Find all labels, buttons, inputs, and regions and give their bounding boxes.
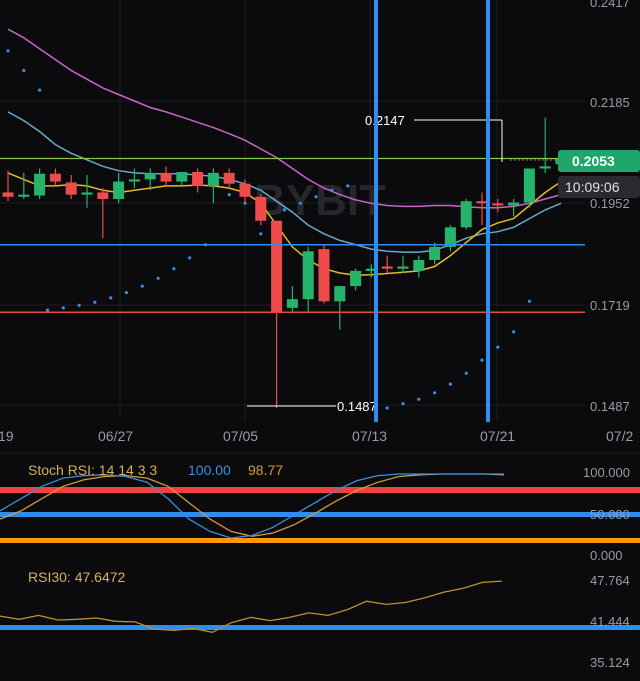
candle-body bbox=[223, 172, 235, 184]
candle-body bbox=[176, 171, 188, 182]
sar-dot bbox=[314, 195, 318, 199]
sar-dot bbox=[61, 306, 65, 310]
sar-dot bbox=[109, 296, 113, 300]
candle-body bbox=[65, 182, 77, 195]
sar-dot bbox=[417, 397, 421, 401]
rsi-axis: 47.764 bbox=[590, 573, 630, 588]
rsi-blue-band bbox=[0, 625, 640, 630]
date-tick: 07/05 bbox=[223, 428, 258, 444]
sar-dot bbox=[77, 303, 81, 307]
price-tick: 0.1952 bbox=[590, 196, 630, 211]
countdown: 10:09:06 bbox=[565, 179, 620, 195]
candle-body bbox=[286, 299, 298, 308]
price-chart[interactable]: BYBIT 0.2147 0.1487 0.2417 0.2185 0.1952… bbox=[0, 0, 640, 681]
sar-dot bbox=[433, 391, 437, 395]
sar-dot bbox=[346, 184, 350, 188]
candle-body bbox=[128, 179, 140, 182]
high-marker-label: 0.2147 bbox=[365, 113, 405, 128]
sar-dot bbox=[511, 330, 516, 334]
price-tick: 0.1719 bbox=[590, 298, 630, 313]
sar-dot bbox=[45, 308, 50, 312]
rsi-label: RSI30: 47.6472 bbox=[28, 569, 126, 585]
candle-body bbox=[413, 259, 425, 271]
stoch-axis: 100.000 bbox=[583, 465, 630, 480]
stoch-label: Stoch RSI: 14 14 3 3 bbox=[28, 462, 157, 478]
sar-dot bbox=[6, 49, 10, 53]
sar-dot bbox=[156, 276, 160, 280]
price-tick: 0.2417 bbox=[590, 0, 630, 10]
sar-dot bbox=[496, 345, 500, 349]
date-tick: 07/21 bbox=[480, 428, 515, 444]
sar-dot bbox=[282, 208, 287, 212]
sar-dot bbox=[124, 291, 129, 295]
stoch-red-band bbox=[0, 487, 640, 493]
candle-body bbox=[539, 166, 551, 169]
sar-dot bbox=[298, 201, 302, 205]
sar-dot bbox=[259, 232, 263, 236]
candle-body bbox=[18, 194, 30, 197]
stoch-axis: 50.000 bbox=[590, 507, 630, 522]
sar-dot bbox=[140, 284, 144, 288]
candle-body bbox=[160, 172, 172, 182]
sar-dot bbox=[401, 402, 405, 406]
candle-body bbox=[239, 183, 251, 197]
candle-body bbox=[381, 266, 393, 269]
stoch-d-value: 98.77 bbox=[248, 462, 283, 478]
sar-dot bbox=[93, 300, 97, 304]
sar-dot bbox=[22, 68, 26, 73]
sar-dot bbox=[172, 267, 176, 271]
sar-dot bbox=[480, 358, 484, 362]
price-tick: 0.1487 bbox=[590, 399, 630, 414]
stoch-axis: 0.000 bbox=[590, 548, 623, 563]
date-tick: 19 bbox=[0, 428, 14, 444]
sar-dot bbox=[527, 299, 532, 303]
sar-dot bbox=[38, 88, 42, 92]
candle-body bbox=[34, 173, 46, 196]
candle-body bbox=[207, 172, 219, 186]
sar-dot bbox=[330, 188, 334, 192]
candle-body bbox=[508, 202, 520, 206]
candle-body bbox=[444, 227, 456, 247]
candle-body bbox=[397, 266, 409, 269]
watermark: BYBIT bbox=[254, 176, 386, 225]
sar-dot bbox=[385, 406, 389, 410]
candle-body bbox=[192, 171, 204, 186]
candle-body bbox=[113, 181, 125, 199]
low-marker-label: 0.1487 bbox=[337, 399, 377, 414]
sar-dot bbox=[227, 193, 231, 197]
candle-body bbox=[318, 249, 330, 302]
sar-dot bbox=[448, 382, 452, 386]
price-tag: 0.2053 bbox=[572, 153, 615, 169]
stoch-blue-band bbox=[0, 512, 640, 517]
stoch-k-value: 100.00 bbox=[188, 462, 231, 478]
sar-dot bbox=[464, 371, 468, 375]
price-tick: 0.2185 bbox=[590, 95, 630, 110]
candle-body bbox=[476, 201, 488, 204]
candle-body bbox=[81, 192, 93, 195]
candle-body bbox=[144, 172, 156, 180]
rsi-axis: 35.124 bbox=[590, 655, 630, 670]
stoch-orange-band bbox=[0, 538, 640, 543]
candle-body bbox=[49, 173, 61, 182]
candle-body bbox=[334, 286, 346, 302]
candle-body bbox=[271, 220, 283, 313]
date-tick: 06/27 bbox=[98, 428, 133, 444]
candle-body bbox=[429, 246, 441, 260]
date-tick: 07/2 bbox=[606, 428, 633, 444]
candle-body bbox=[302, 251, 314, 300]
candle-body bbox=[97, 192, 109, 199]
candle-body bbox=[255, 196, 267, 221]
candle-body bbox=[523, 168, 535, 203]
candle-body bbox=[460, 201, 472, 228]
candle-body bbox=[2, 192, 14, 197]
date-tick: 07/13 bbox=[352, 428, 387, 444]
candle-body bbox=[350, 270, 362, 287]
rsi-axis: 41.444 bbox=[590, 614, 630, 629]
sar-dot bbox=[188, 256, 192, 260]
candle-body bbox=[492, 203, 504, 206]
